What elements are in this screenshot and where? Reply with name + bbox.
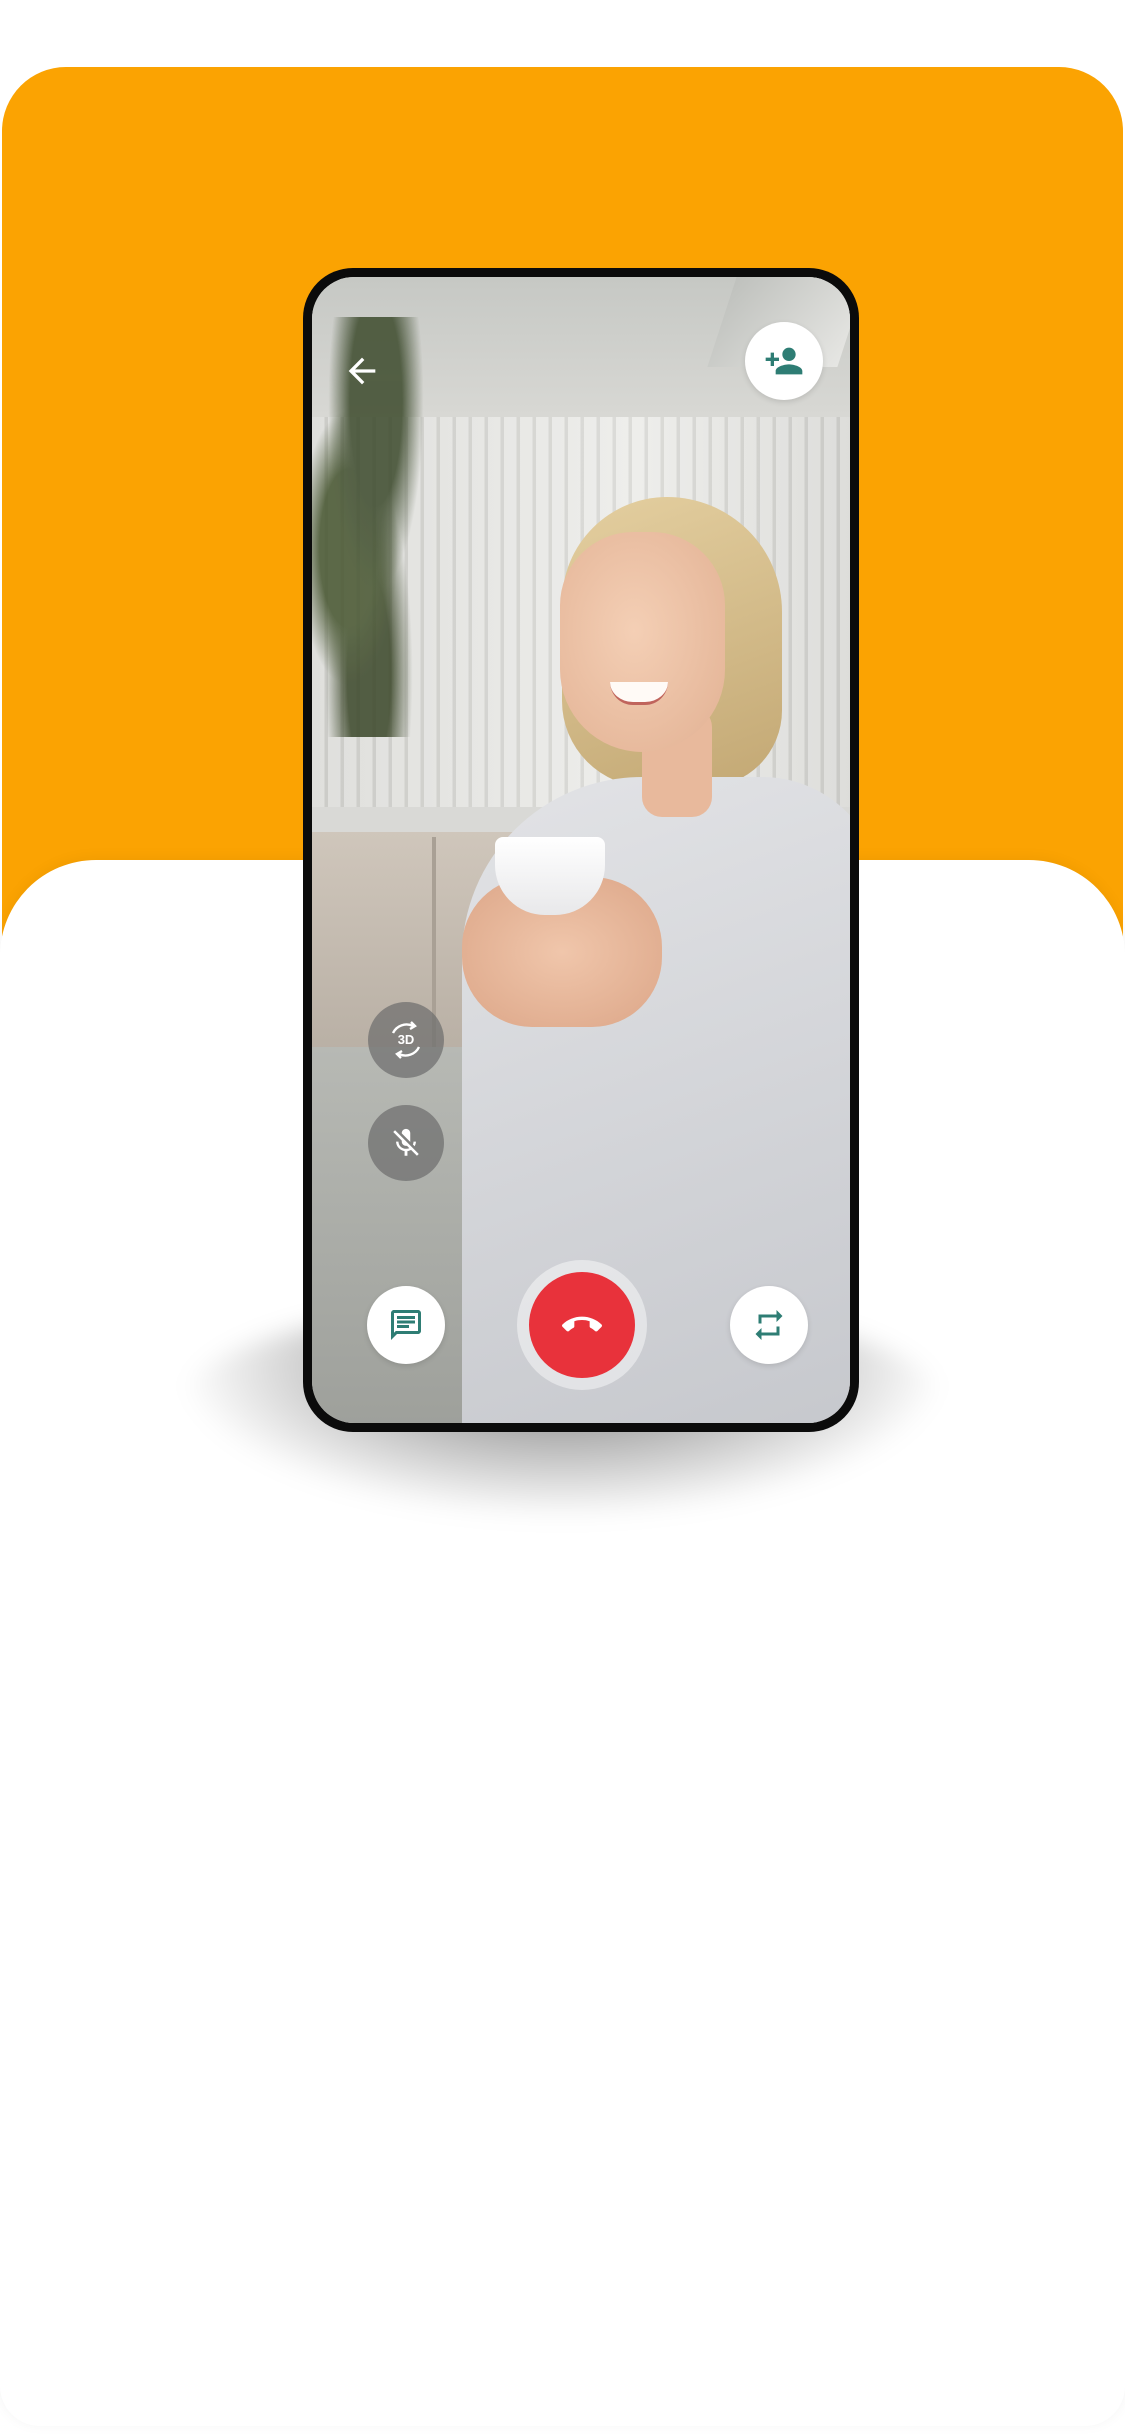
person-add-icon xyxy=(765,347,803,375)
back-button[interactable] xyxy=(334,343,390,399)
mic-off-icon xyxy=(393,1128,419,1156)
switch-camera-button[interactable] xyxy=(730,1286,808,1364)
3d-rotation-icon: 3D xyxy=(391,1021,421,1059)
end-call-ring xyxy=(517,1260,647,1390)
add-participant-button[interactable] xyxy=(745,322,823,400)
swap-icon xyxy=(755,1310,783,1340)
chat-button[interactable] xyxy=(367,1286,445,1364)
chat-icon xyxy=(391,1310,421,1340)
arrow-left-icon xyxy=(348,357,376,385)
rotate-3d-button[interactable]: 3D xyxy=(368,1002,444,1078)
mute-microphone-button[interactable] xyxy=(368,1105,444,1181)
rotate-3d-label: 3D xyxy=(398,1032,415,1047)
end-call-button[interactable] xyxy=(529,1272,635,1378)
remote-video-feed xyxy=(312,277,850,1423)
call-end-icon xyxy=(562,1316,602,1332)
phone-mockup: 3D xyxy=(303,268,859,1432)
video-call-screen: 3D xyxy=(312,277,850,1423)
